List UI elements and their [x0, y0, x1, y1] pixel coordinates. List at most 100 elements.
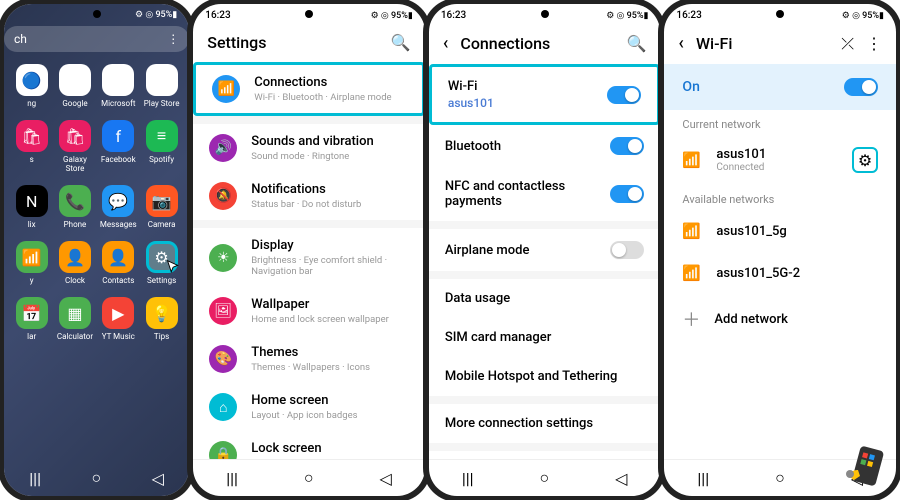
app-lix[interactable]: Nlix — [12, 185, 51, 229]
nav-back[interactable]: ◁ — [152, 469, 164, 488]
status-icons: ⚙ ◎ 95%▮ — [135, 10, 177, 20]
app-microsoft[interactable]: ▦Microsoft — [99, 64, 138, 108]
settings-row-themes[interactable]: 🎨ThemesThemes · Wallpapers · Icons — [193, 335, 425, 383]
brand-logo — [834, 444, 894, 494]
row-title: Sounds and vibration — [251, 134, 409, 149]
nav-home[interactable]: ○ — [775, 468, 785, 488]
app-clock[interactable]: 👤Clock — [55, 241, 94, 285]
settings-row-display[interactable]: ☀DisplayBrightness · Eye comfort shield … — [193, 228, 425, 287]
wifi-settings-gear-icon[interactable]: ⚙ — [852, 147, 878, 173]
wifi-toggle-row[interactable]: On — [664, 64, 896, 110]
scan-icon[interactable]: ⤫ — [841, 34, 854, 54]
app-settings[interactable]: ⚙Settings — [142, 241, 181, 285]
row-subtitle: Layout · App icon badges — [251, 410, 409, 421]
nav-back[interactable]: ◁ — [380, 469, 392, 488]
app-ng[interactable]: 🔵ng — [12, 64, 51, 108]
app-galaxy-store[interactable]: 🛍Galaxy Store — [55, 120, 94, 173]
conn-row-bluetooth[interactable]: Bluetooth — [429, 125, 661, 167]
row-subtitle: Wi-Fi · Bluetooth · Airplane mode — [254, 92, 406, 103]
wifi-toggle[interactable] — [844, 78, 878, 96]
nav-home[interactable]: ○ — [91, 468, 101, 488]
settings-row-connections[interactable]: 📶ConnectionsWi-Fi · Bluetooth · Airplane… — [193, 62, 425, 116]
looking-text: Looking for something else? — [429, 451, 661, 459]
conn-row-wi-fi[interactable]: Wi-Fiasus101 — [429, 64, 661, 125]
nav-recent[interactable]: ||| — [462, 469, 474, 488]
row-subtitle: Themes · Wallpapers · Icons — [251, 362, 409, 373]
nav-home[interactable]: ○ — [304, 468, 314, 488]
nav-recent[interactable]: ||| — [697, 469, 709, 488]
nav-home[interactable]: ○ — [539, 468, 549, 488]
settings-row-wallpaper[interactable]: 🖼WallpaperHome and lock screen wallpaper — [193, 287, 425, 335]
row-icon: 🔒 — [209, 441, 237, 459]
conn-row-more-connection-settings[interactable]: More connection settings — [429, 404, 661, 443]
app-label: y — [30, 276, 34, 285]
camera-notch — [305, 10, 313, 18]
settings-row-sounds-and-vibration[interactable]: 🔊Sounds and vibrationSound mode · Ringto… — [193, 124, 425, 172]
app-label: Facebook — [101, 155, 136, 164]
more-icon[interactable]: ⋮ — [167, 32, 179, 46]
app-lar[interactable]: 📅lar — [12, 297, 51, 341]
app-icon: ▦ — [102, 64, 134, 96]
row-icon: ☀ — [209, 244, 237, 272]
app-icon: ▶ — [146, 64, 178, 96]
app-play-store[interactable]: ▶Play Store — [142, 64, 181, 108]
app-label: Camera — [148, 220, 176, 229]
app-y[interactable]: 📶y — [12, 241, 51, 285]
wifi-network-row[interactable]: 📶asus101_5G-2 — [664, 252, 896, 294]
row-title: More connection settings — [445, 416, 645, 431]
row-title: Bluetooth — [445, 139, 597, 154]
row-title: SIM card manager — [445, 330, 645, 345]
back-icon[interactable]: ‹ — [678, 33, 684, 54]
app-camera[interactable]: 📷 Camera — [142, 185, 181, 229]
row-title: Data usage — [445, 291, 645, 306]
search-bar[interactable]: ch ⋮ — [4, 26, 189, 52]
conn-row-mobile-hotspot-and-tethering[interactable]: Mobile Hotspot and Tethering — [429, 357, 661, 396]
app-label: Tips — [154, 332, 169, 341]
status-time: 16:23 — [441, 10, 466, 21]
row-title: Lock screen — [251, 441, 409, 456]
toggle[interactable] — [607, 86, 641, 104]
search-icon[interactable]: 🔍 — [391, 33, 411, 52]
search-icon[interactable]: 🔍 — [627, 34, 647, 53]
app-messages[interactable]: 💬Messages — [99, 185, 138, 229]
app-phone[interactable]: 📞Phone — [55, 185, 94, 229]
add-network-row[interactable]: ＋ Add network — [664, 294, 896, 344]
row-icon: 🔕 — [209, 182, 237, 210]
conn-row-nfc-and-contactless-payments[interactable]: NFC and contactless payments — [429, 167, 661, 221]
wifi-network-row[interactable]: 📶asus101_5g — [664, 210, 896, 252]
nav-recent[interactable]: ||| — [29, 469, 41, 488]
app-yt-music[interactable]: ▶ YT Music — [99, 297, 138, 341]
wifi-status: Connected — [716, 162, 838, 173]
app-google[interactable]: GGoogle — [55, 64, 94, 108]
app-tips[interactable]: 💡Tips — [142, 297, 181, 341]
more-icon[interactable]: ⋮ — [866, 34, 882, 53]
settings-row-notifications[interactable]: 🔕NotificationsStatus bar · Do not distur… — [193, 172, 425, 220]
conn-row-sim-card-manager[interactable]: SIM card manager — [429, 318, 661, 357]
toggle[interactable] — [610, 185, 644, 203]
app-facebook[interactable]: fFacebook — [99, 120, 138, 173]
toggle[interactable] — [610, 241, 644, 259]
back-icon[interactable]: ‹ — [443, 33, 449, 54]
settings-row-lock-screen[interactable]: 🔒Lock screenScreen lock type · Always On… — [193, 431, 425, 459]
conn-row-airplane-mode[interactable]: Airplane mode — [429, 229, 661, 271]
row-subtitle: Home and lock screen wallpaper — [251, 314, 409, 325]
app-icon: 📷 — [146, 185, 178, 217]
app-contacts[interactable]: 👤Contacts — [99, 241, 138, 285]
toggle[interactable] — [610, 137, 644, 155]
settings-row-home-screen[interactable]: ⌂Home screenLayout · App icon badges — [193, 383, 425, 431]
app-spotify[interactable]: ≡Spotify — [142, 120, 181, 173]
app-calculator[interactable]: ▦Calculator — [55, 297, 94, 341]
app-icon: ▶ — [102, 297, 134, 329]
row-title: Notifications — [251, 182, 409, 197]
nav-recent[interactable]: ||| — [226, 469, 238, 488]
app-label: YT Music — [102, 332, 135, 341]
page-title: Wi-Fi — [696, 34, 841, 53]
conn-row-data-usage[interactable]: Data usage — [429, 279, 661, 318]
phone-connections: 16:23 ⚙ ◎ 95%▮ ‹ Connections 🔍 Wi-Fiasus… — [429, 4, 661, 496]
current-network-row[interactable]: 📶 asus101 Connected ⚙ — [664, 135, 896, 185]
nav-back[interactable]: ◁ — [615, 469, 627, 488]
row-title: NFC and contactless payments — [445, 179, 597, 209]
camera-notch — [776, 10, 784, 18]
app-icon: ⚙ — [146, 241, 178, 273]
app-s[interactable]: 🛍s — [12, 120, 51, 173]
